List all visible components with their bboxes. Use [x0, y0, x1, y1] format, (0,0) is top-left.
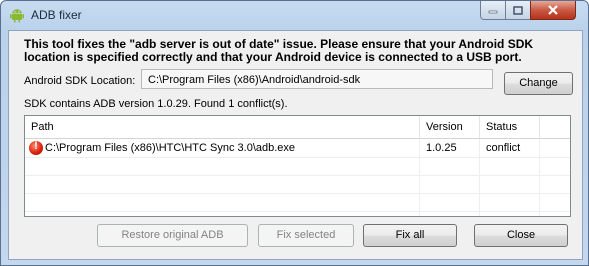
grid-line — [539, 139, 540, 216]
grid-line — [25, 211, 570, 212]
maximize-icon — [513, 5, 523, 15]
maximize-button[interactable] — [505, 1, 531, 20]
grid-line — [25, 175, 570, 176]
sdk-location-label: Android SDK Location: — [24, 75, 136, 87]
title-bar[interactable]: ADB fixer — [1, 1, 588, 29]
grid-line — [25, 157, 570, 158]
status-text: SDK contains ADB version 1.0.29. Found 1… — [24, 98, 288, 110]
column-header-version[interactable]: Version — [420, 116, 480, 138]
change-button[interactable]: Change — [504, 72, 573, 95]
close-window-button[interactable] — [530, 1, 576, 20]
sdk-location-field[interactable]: C:\Program Files (x86)\Android\android-s… — [141, 69, 493, 89]
row-status: conflict — [486, 142, 521, 154]
close-button[interactable]: Close — [474, 224, 568, 247]
minimize-icon — [488, 10, 498, 14]
minimize-button[interactable] — [480, 1, 506, 20]
table-row[interactable]: C:\Program Files (x86)\HTC\HTC Sync 3.0\… — [25, 139, 570, 157]
app-window: ADB fixer This tool fixes the "adb serve… — [0, 0, 589, 266]
close-icon — [548, 5, 558, 15]
conflict-list[interactable]: Path Version Status C:\Program Files (x8… — [24, 115, 571, 217]
column-header-path[interactable]: Path — [25, 116, 420, 138]
list-header: Path Version Status — [25, 116, 570, 139]
row-version: 1.0.25 — [426, 142, 457, 154]
grid-line — [419, 139, 420, 216]
fix-selected-button[interactable]: Fix selected — [258, 224, 354, 247]
row-path: C:\Program Files (x86)\HTC\HTC Sync 3.0\… — [45, 142, 296, 154]
column-header-status[interactable]: Status — [480, 116, 540, 138]
fix-all-button[interactable]: Fix all — [363, 224, 457, 247]
grid-line — [479, 139, 480, 216]
window-title: ADB fixer — [31, 8, 82, 22]
dialog-body: This tool fixes the "adb server is out o… — [8, 30, 583, 260]
info-text: This tool fixes the "adb server is out o… — [24, 37, 534, 64]
grid-line — [25, 193, 570, 194]
android-icon — [10, 9, 24, 23]
restore-original-adb-button[interactable]: Restore original ADB — [97, 224, 248, 247]
